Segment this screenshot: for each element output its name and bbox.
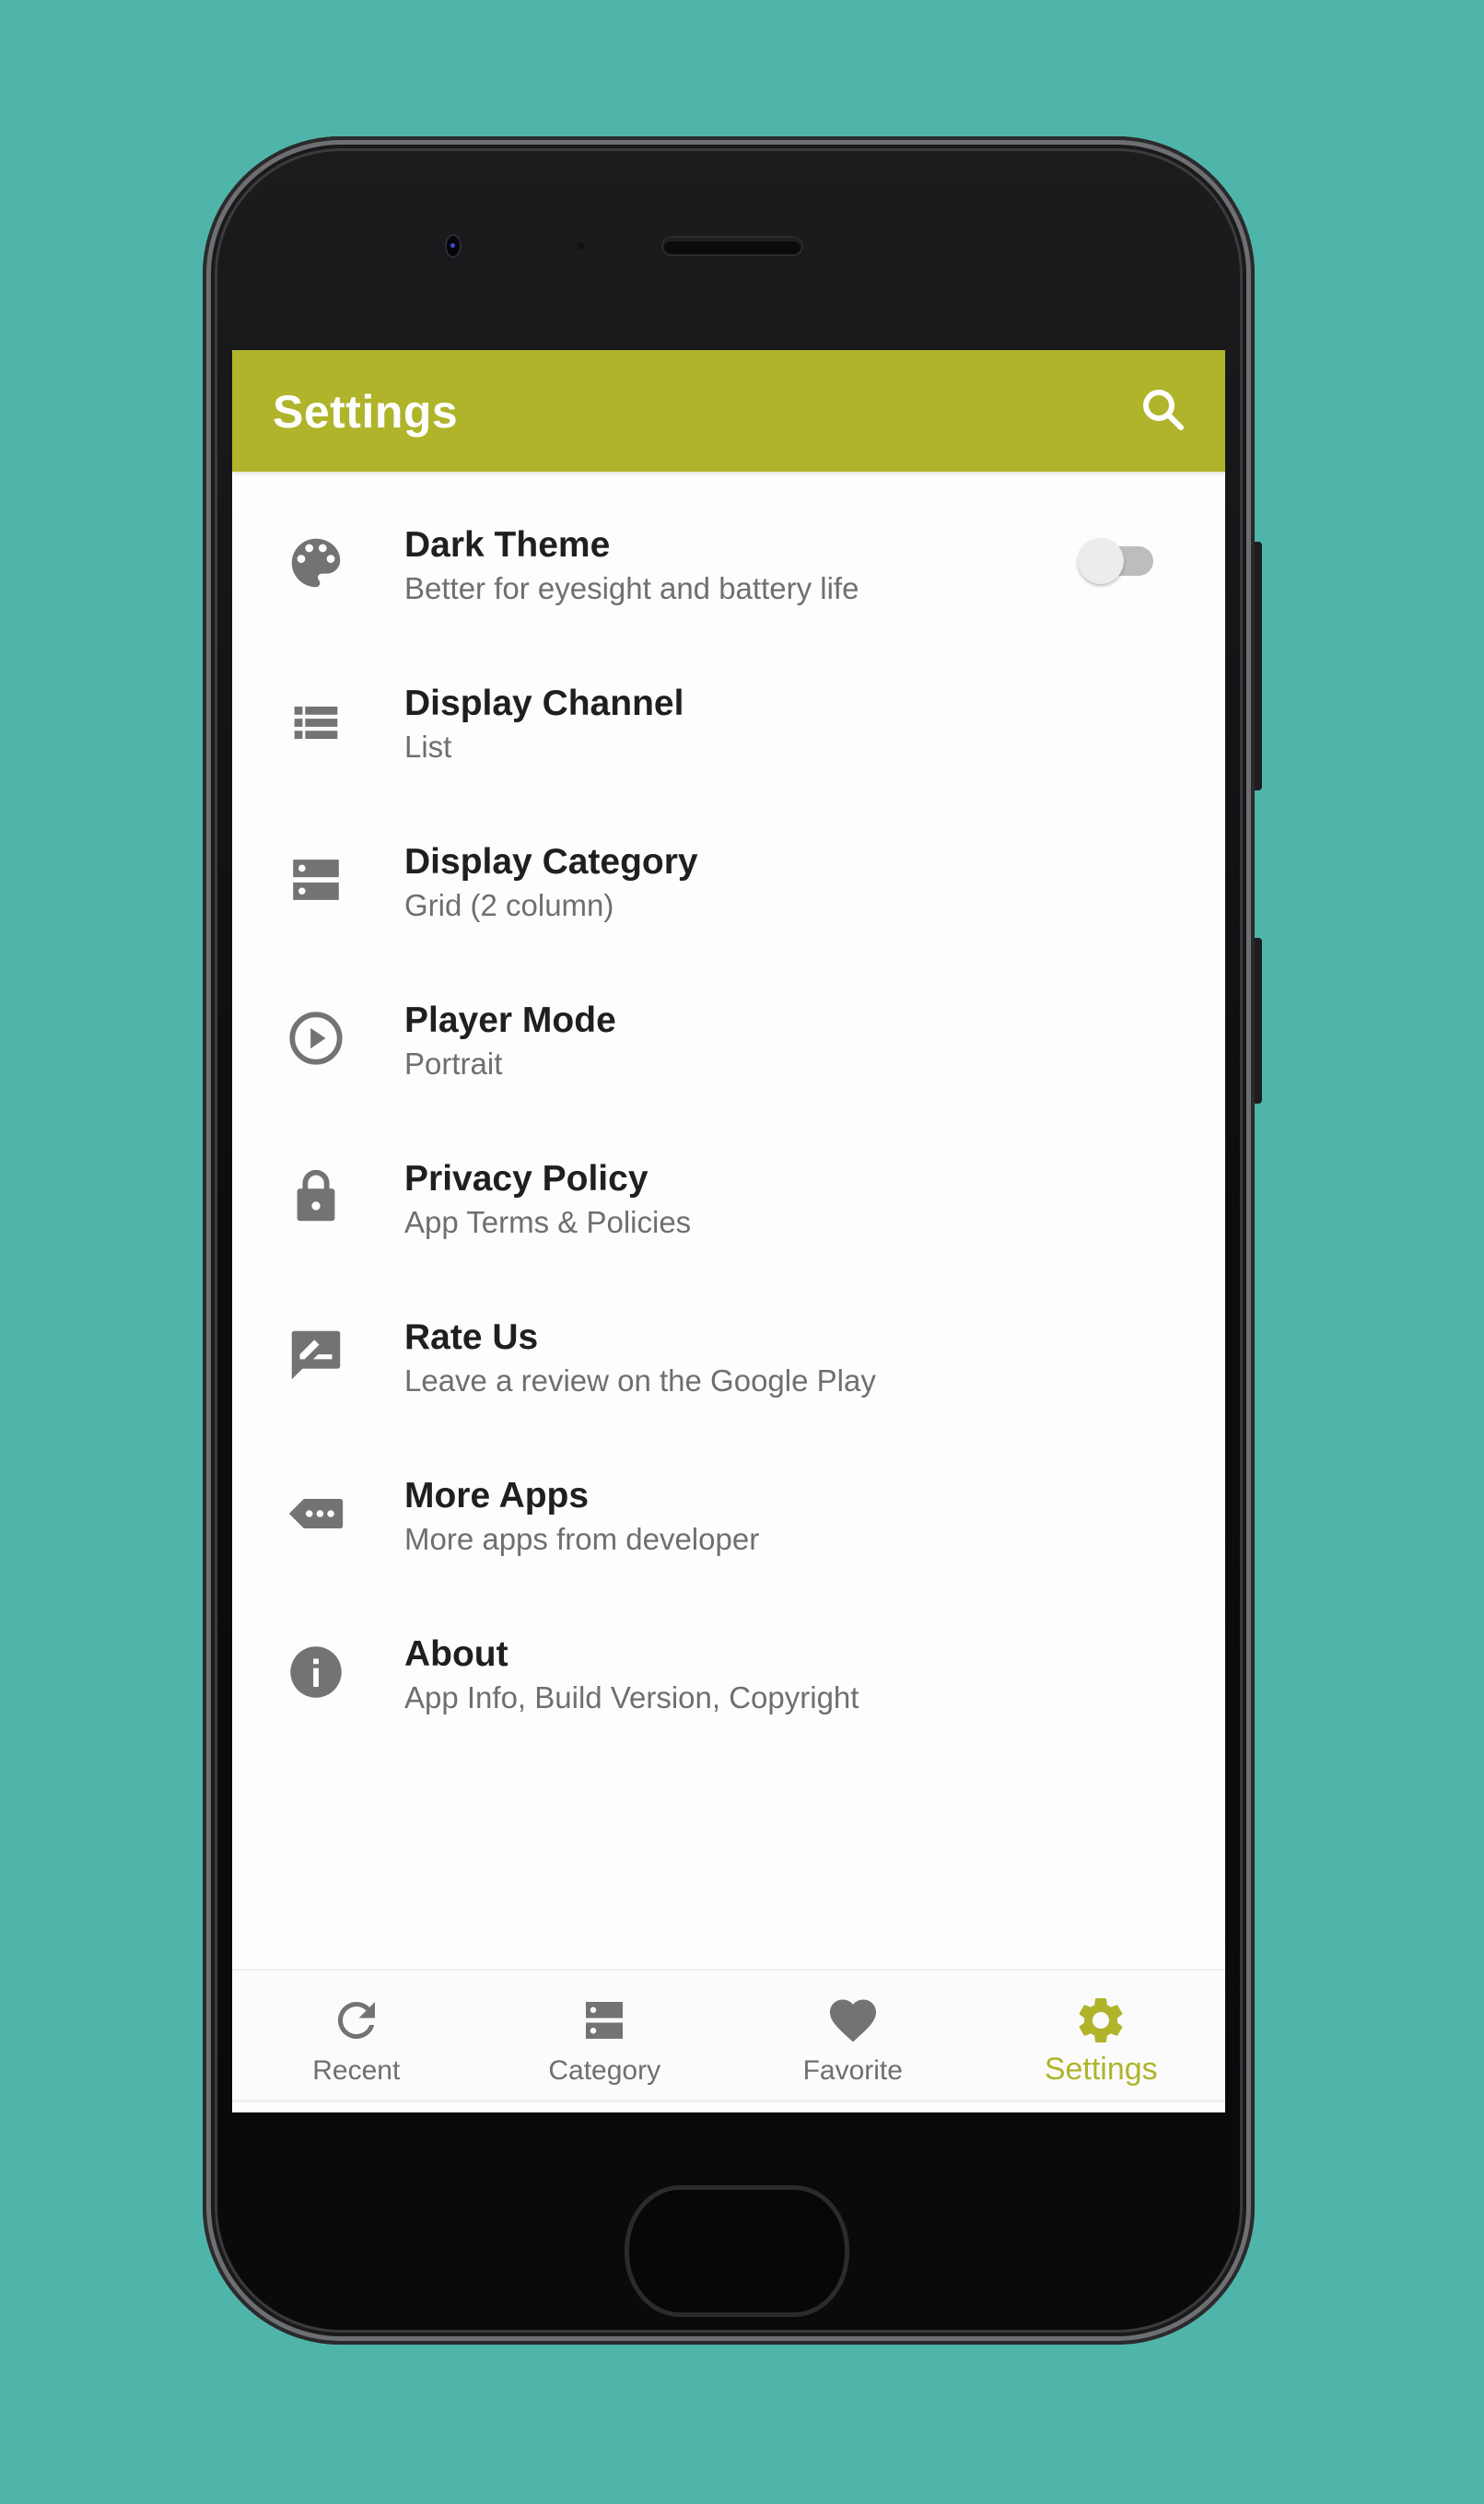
setting-title: About (404, 1634, 508, 1674)
nav-item-favorite[interactable]: Favorite (729, 1971, 977, 2100)
nav-label: Favorite (802, 2055, 903, 2086)
grid-icon (293, 860, 339, 900)
setting-about[interactable]: About App Info, Build Version, Copyright (232, 1599, 1225, 1758)
setting-subtitle: App Terms & Policies (404, 1205, 692, 1239)
heart-icon (829, 1999, 876, 2042)
play-circle-icon (289, 1012, 343, 1065)
nav-item-settings[interactable]: Settings (977, 1971, 1226, 2100)
setting-title: Dark Theme (404, 525, 611, 565)
nav-item-category[interactable]: Category (481, 1971, 730, 2100)
setting-player-mode[interactable]: Player Mode Portrait (232, 965, 1225, 1124)
setting-display-channel[interactable]: Display Channel List (232, 649, 1225, 807)
proximity-sensor (578, 242, 585, 250)
app-screen: Settings Dark Theme Better for eyesight … (232, 350, 1225, 2112)
refresh-icon (337, 2002, 375, 2039)
setting-title: Player Mode (404, 1000, 616, 1040)
front-camera (447, 236, 460, 256)
search-icon (1143, 390, 1184, 430)
setting-subtitle: Portrait (404, 1047, 503, 1081)
nav-label: Recent (312, 2055, 401, 2086)
page-title: Settings (273, 386, 459, 438)
nav-label: Category (548, 2055, 661, 2086)
setting-subtitle: App Info, Build Version, Copyright (404, 1680, 859, 1714)
category-icon (586, 2002, 624, 2039)
setting-subtitle: Better for eyesight and battery life (404, 571, 859, 605)
setting-rate-us[interactable]: Rate Us Leave a review on the Google Pla… (232, 1282, 1225, 1441)
power-button (1255, 938, 1262, 1104)
setting-subtitle: Grid (2 column) (404, 888, 614, 922)
gear-icon (1079, 1998, 1123, 2042)
setting-title: Display Category (404, 842, 698, 882)
setting-title: Privacy Policy (404, 1159, 649, 1199)
volume-button (1255, 542, 1262, 790)
settings-list: Dark Theme Better for eyesight and batte… (232, 472, 1225, 1758)
setting-privacy-policy[interactable]: Privacy Policy App Terms & Policies (232, 1124, 1225, 1282)
home-button[interactable] (625, 2185, 849, 2317)
info-icon (290, 1646, 342, 1698)
palette-icon (291, 538, 341, 588)
earpiece-speaker (663, 238, 801, 254)
list-icon (294, 706, 338, 739)
rate-review-icon (291, 1330, 341, 1380)
bottom-navigation: Recent Category Favorite Settings (232, 1969, 1225, 2102)
setting-subtitle: More apps from developer (404, 1522, 760, 1556)
search-button[interactable] (1137, 383, 1192, 439)
nav-item-recent[interactable]: Recent (232, 1971, 481, 2100)
dark-theme-toggle[interactable] (1074, 538, 1157, 584)
lock-icon (297, 1169, 335, 1222)
more-apps-icon (288, 1498, 344, 1529)
nav-label: Settings (1044, 2052, 1158, 2087)
setting-title: Display Channel (404, 684, 684, 723)
setting-title: Rate Us (404, 1317, 539, 1357)
setting-dark-theme[interactable]: Dark Theme Better for eyesight and batte… (232, 490, 1225, 649)
setting-more-apps[interactable]: More Apps More apps from developer (232, 1441, 1225, 1599)
toggle-thumb (1078, 538, 1124, 584)
setting-title: More Apps (404, 1476, 590, 1515)
setting-subtitle: Leave a review on the Google Play (404, 1363, 876, 1398)
setting-display-category[interactable]: Display Category Grid (2 column) (232, 807, 1225, 965)
app-bar: Settings (232, 350, 1225, 472)
setting-subtitle: List (404, 730, 452, 764)
